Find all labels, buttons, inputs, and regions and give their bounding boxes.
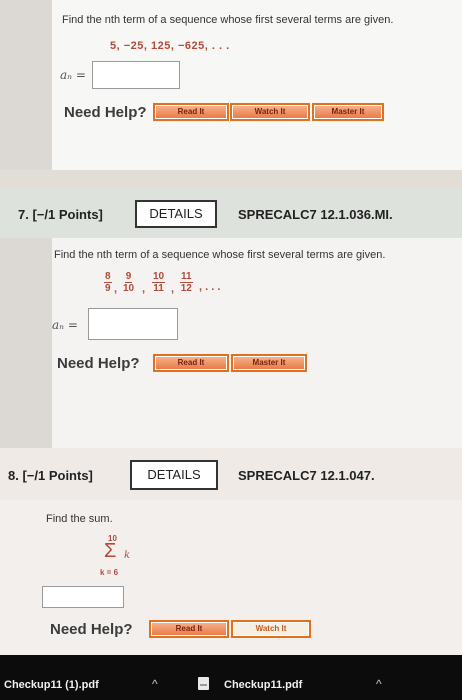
question-8-prompt: Find the sum.: [46, 513, 113, 525]
fraction-2-denominator: 10: [123, 283, 135, 294]
left-margin: [0, 238, 52, 448]
fraction-1: 8 9: [104, 271, 112, 294]
question-8-watch-it-button[interactable]: Watch It: [231, 620, 311, 638]
sum-term: k: [124, 550, 131, 561]
master-it-label: Master It: [315, 106, 381, 118]
fraction-4-denominator: 12: [180, 283, 192, 294]
question-8-need-help: Need Help?: [50, 621, 133, 638]
fraction-4-numerator: 11: [180, 271, 193, 283]
fraction-2-numerator: 9: [124, 271, 133, 283]
question-6-sequence: 5, −25, 125, −625, . . .: [110, 40, 230, 52]
question-7-number: 7. [−/1 Points]: [18, 207, 103, 222]
sequence-ellipsis: , . . .: [199, 281, 221, 293]
question-8-header: 8. [−/1 Points] DETAILS SPRECALC7 12.1.0…: [0, 448, 462, 500]
read-it-label: Read It: [156, 357, 226, 369]
fraction-3-numerator: 10: [152, 271, 166, 283]
question-8-details-button[interactable]: DETAILS: [130, 460, 218, 490]
pdf-icon-line: [200, 684, 207, 686]
fraction-4: 11 12: [180, 271, 193, 294]
question-7-details-button[interactable]: DETAILS: [135, 200, 217, 228]
left-margin: [0, 0, 52, 170]
master-it-label: Master It: [234, 357, 304, 369]
fraction-2: 9 10: [123, 271, 134, 294]
question-7-need-help: Need Help?: [57, 355, 140, 372]
question-7-code: SPRECALC7 12.1.036.MI.: [238, 207, 393, 222]
chevron-up-icon[interactable]: ^: [152, 677, 158, 691]
question-6-answer-input[interactable]: [92, 61, 180, 89]
question-8-code: SPRECALC7 12.1.047.: [238, 468, 375, 483]
comma: ,: [142, 283, 146, 295]
question-7-master-it-button[interactable]: Master It: [231, 354, 307, 372]
comma: ,: [114, 283, 118, 295]
question-6-prompt: Find the nth term of a sequence whose fi…: [62, 14, 394, 26]
question-8-panel: Find the sum. 10 Σ k k = 6 Need Help? Re…: [0, 500, 462, 655]
fraction-3-denominator: 11: [153, 283, 164, 294]
download-item-checkup11-1[interactable]: Checkup11 (1).pdf: [4, 679, 99, 691]
question-7-read-it-button[interactable]: Read It: [153, 354, 229, 372]
question-7-an-label: aₙ =: [52, 318, 78, 332]
question-6-panel: Find the nth term of a sequence whose fi…: [0, 0, 462, 170]
question-6-watch-it-button[interactable]: Watch It: [230, 103, 310, 121]
watch-it-label: Watch It: [233, 106, 307, 118]
question-7-header: 7. [−/1 Points] DETAILS SPRECALC7 12.1.0…: [0, 188, 462, 238]
watch-it-label: Watch It: [234, 623, 308, 635]
question-6-read-it-button[interactable]: Read It: [153, 103, 229, 121]
question-8-answer-input[interactable]: [42, 586, 124, 608]
fraction-3: 10 11: [152, 271, 166, 294]
downloads-bar: Checkup11 (1).pdf ^ Checkup11.pdf ^: [0, 655, 462, 700]
question-divider: [0, 170, 462, 188]
read-it-label: Read It: [152, 623, 226, 635]
download-item-checkup11[interactable]: Checkup11.pdf: [224, 679, 302, 691]
question-6-master-it-button[interactable]: Master It: [312, 103, 384, 121]
fraction-1-numerator: 8: [104, 271, 112, 283]
question-7-panel: Find the nth term of a sequence whose fi…: [0, 238, 462, 448]
question-8-number: 8. [−/1 Points]: [8, 468, 93, 483]
question-7-prompt: Find the nth term of a sequence whose fi…: [54, 249, 386, 261]
sigma-symbol: Σ: [104, 540, 117, 562]
question-6-need-help: Need Help?: [64, 104, 147, 121]
question-8-read-it-button[interactable]: Read It: [149, 620, 229, 638]
question-6-an-label: aₙ =: [60, 68, 86, 82]
fraction-1-denominator: 9: [105, 283, 111, 294]
read-it-label: Read It: [156, 106, 226, 118]
question-7-answer-input[interactable]: [88, 308, 178, 340]
pdf-file-icon: [198, 677, 209, 690]
chevron-up-icon[interactable]: ^: [376, 677, 382, 691]
comma: ,: [171, 283, 175, 295]
sum-lower-limit: k = 6: [100, 568, 119, 577]
